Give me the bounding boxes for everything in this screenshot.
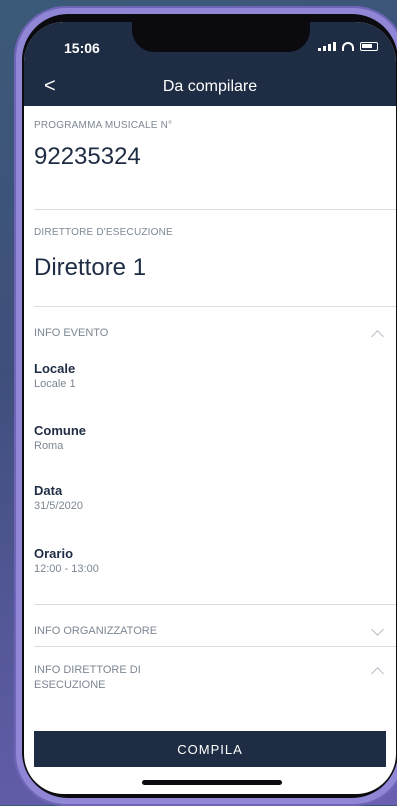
chevron-up-icon[interactable] <box>372 665 382 675</box>
direttore-label: DIRETTORE D'ESECUZIONE <box>34 227 173 238</box>
locale-title: Locale <box>34 361 76 376</box>
section-info-evento[interactable]: INFO EVENTO <box>24 307 396 339</box>
data-item: Data 31/5/2020 <box>34 483 386 546</box>
event-info-list: Locale Locale 1 Comune Roma Data 31/5/20… <box>24 361 396 604</box>
orario-title: Orario <box>34 546 74 561</box>
orario-item: Orario 12:00 - 13:00 <box>34 546 386 604</box>
section-info-direttore-label: INFO DIRETTORE DI ESECUZIONE <box>34 663 141 693</box>
programma-field: PROGRAMMA MUSICALE N° 92235324 <box>24 106 396 209</box>
status-icons <box>318 42 378 51</box>
compila-button[interactable]: COMPILA <box>34 731 386 767</box>
signal-icon <box>318 42 336 51</box>
comune-value: Roma <box>34 440 64 452</box>
page-title: Da compilare <box>162 78 258 95</box>
locale-item: Locale Locale 1 <box>34 361 386 423</box>
data-value: 31/5/2020 <box>34 500 83 512</box>
notch <box>132 22 310 52</box>
home-indicator <box>142 780 282 785</box>
battery-icon <box>360 42 378 51</box>
chevron-down-icon[interactable] <box>372 626 382 636</box>
app-screen: 15:06 < Da compilare PROGRAMMA MUSICALE … <box>24 22 396 794</box>
data-title: Data <box>34 483 63 498</box>
section-info-evento-label: INFO EVENTO <box>34 327 109 339</box>
section-info-direttore-line2: ESECUZIONE <box>34 679 106 691</box>
locale-value: Locale 1 <box>34 378 76 390</box>
comune-item: Comune Roma <box>34 423 386 483</box>
direttore-value: Direttore 1 <box>34 254 147 281</box>
section-info-organizzatore[interactable]: INFO ORGANIZZATORE <box>24 605 396 641</box>
section-info-direttore-line1: INFO DIRETTORE DI <box>34 664 141 676</box>
section-info-organizzatore-label: INFO ORGANIZZATORE <box>34 625 158 637</box>
section-info-direttore[interactable]: INFO DIRETTORE DI ESECUZIONE <box>24 647 396 693</box>
top-bar: 15:06 < Da compilare <box>24 22 396 106</box>
chevron-up-icon[interactable] <box>372 328 382 338</box>
programma-value: 92235324 <box>34 143 141 170</box>
wifi-icon <box>342 42 354 51</box>
programma-label: PROGRAMMA MUSICALE N° <box>34 120 173 131</box>
form-content: PROGRAMMA MUSICALE N° 92235324 DIRETTORE… <box>24 106 396 693</box>
direttore-field: DIRETTORE D'ESECUZIONE Direttore 1 <box>24 210 396 306</box>
comune-title: Comune <box>34 423 86 438</box>
orario-value: 12:00 - 13:00 <box>34 563 99 575</box>
status-time: 15:06 <box>64 40 100 56</box>
